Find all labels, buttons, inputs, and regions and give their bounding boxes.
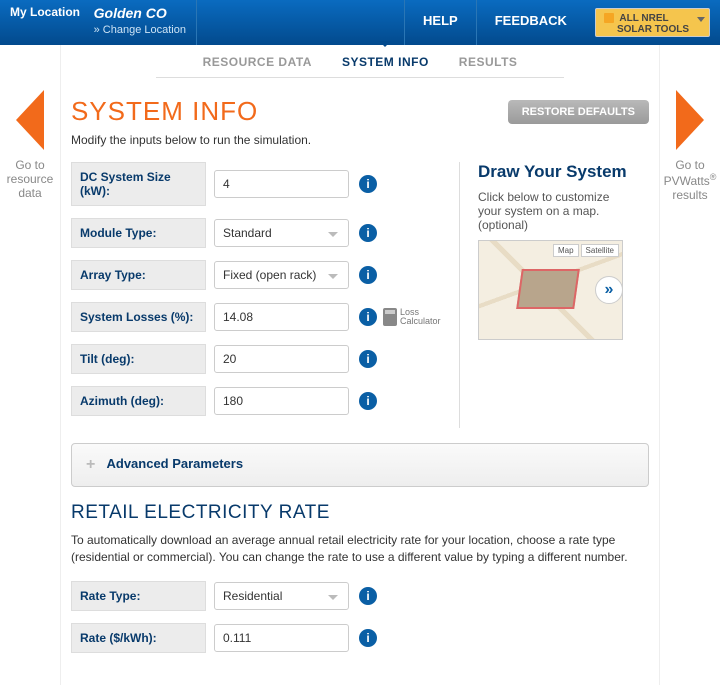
help-button[interactable]: HELP xyxy=(404,0,476,45)
dc-size-input[interactable]: 4 xyxy=(214,170,349,198)
tilt-label: Tilt (deg): xyxy=(71,344,206,374)
dc-size-label: DC System Size (kW): xyxy=(71,162,206,206)
solar-tools-icon xyxy=(604,13,614,23)
row-array-type: Array Type: Fixed (open rack) i xyxy=(71,260,441,290)
advanced-parameters-toggle[interactable]: + Advanced Parameters xyxy=(71,443,649,487)
tools-line2: SOLAR TOOLS xyxy=(617,24,689,35)
location-value: Golden CO xyxy=(94,5,167,21)
info-icon[interactable]: i xyxy=(359,175,377,193)
nav-right-l3: results xyxy=(660,188,720,202)
header-spacer xyxy=(197,0,404,45)
draw-system-panel: Draw Your System Click below to customiz… xyxy=(459,162,629,428)
array-type-label: Array Type: xyxy=(71,260,206,290)
title-row: SYSTEM INFO RESTORE DEFAULTS xyxy=(71,96,649,127)
tools-line1: ALL NREL xyxy=(619,13,668,24)
plus-icon: + xyxy=(86,456,95,473)
prev-arrow-icon[interactable] xyxy=(16,90,44,150)
rate-type-label: Rate Type: xyxy=(71,581,206,611)
map-polygon xyxy=(516,269,580,309)
tab-system-info[interactable]: SYSTEM INFO xyxy=(342,55,429,69)
array-type-select[interactable]: Fixed (open rack) xyxy=(214,261,349,289)
tab-resource-data[interactable]: RESOURCE DATA xyxy=(203,55,312,69)
rate-input[interactable]: 0.111 xyxy=(214,624,349,652)
nav-left-l2: resource xyxy=(0,172,60,186)
losses-label: System Losses (%): xyxy=(71,302,206,332)
top-header: My Location Golden CO » Change Location … xyxy=(0,0,720,45)
nav-right: Go to PVWatts® results xyxy=(660,45,720,202)
page-layout: Go to resource data RESOURCE DATA SYSTEM… xyxy=(0,45,720,685)
map-tab-sat[interactable]: Satellite xyxy=(581,244,619,257)
row-module-type: Module Type: Standard i xyxy=(71,218,441,248)
feedback-button[interactable]: FEEDBACK xyxy=(476,0,585,45)
retail-title: RETAIL ELECTRICITY RATE xyxy=(71,502,649,524)
row-rate-type: Rate Type: Residential i xyxy=(71,581,649,611)
row-system-losses: System Losses (%): 14.08 i Loss Calculat… xyxy=(71,302,441,332)
info-icon[interactable]: i xyxy=(359,266,377,284)
row-tilt: Tilt (deg): 20 i xyxy=(71,344,441,374)
main-content: RESOURCE DATA SYSTEM INFO RESULTS SYSTEM… xyxy=(60,45,660,685)
map-next-icon[interactable]: » xyxy=(595,276,623,304)
nav-left: Go to resource data xyxy=(0,45,60,200)
page-title: SYSTEM INFO xyxy=(71,96,258,127)
retail-desc: To automatically download an average ann… xyxy=(71,532,649,566)
calculator-icon xyxy=(383,308,397,326)
loss-calc-label: Loss Calculator xyxy=(400,308,440,326)
nav-right-l1: Go to xyxy=(660,158,720,172)
map-tab-map[interactable]: Map xyxy=(553,244,579,257)
rate-label: Rate ($/kWh): xyxy=(71,623,206,653)
my-location-label: My Location xyxy=(10,5,90,19)
nav-left-l3: data xyxy=(0,186,60,200)
azimuth-input[interactable]: 180 xyxy=(214,387,349,415)
page-subtitle: Modify the inputs below to run the simul… xyxy=(71,133,649,147)
info-icon[interactable]: i xyxy=(359,587,377,605)
tab-results[interactable]: RESULTS xyxy=(459,55,518,69)
nav-right-l2: PVWatts® xyxy=(660,172,720,188)
rate-type-select[interactable]: Residential xyxy=(214,582,349,610)
info-icon[interactable]: i xyxy=(359,308,377,326)
azimuth-label: Azimuth (deg): xyxy=(71,386,206,416)
row-dc-size: DC System Size (kW): 4 i xyxy=(71,162,441,206)
info-icon[interactable]: i xyxy=(359,629,377,647)
module-type-select[interactable]: Standard xyxy=(214,219,349,247)
loss-calculator-link[interactable]: Loss Calculator xyxy=(383,308,440,326)
location-value-block: Golden CO » Change Location xyxy=(94,5,186,36)
nav-left-l1: Go to xyxy=(0,158,60,172)
losses-input[interactable]: 14.08 xyxy=(214,303,349,331)
info-icon[interactable]: i xyxy=(359,392,377,410)
form-columns: DC System Size (kW): 4 i Module Type: St… xyxy=(71,162,649,428)
form-column: DC System Size (kW): 4 i Module Type: St… xyxy=(71,162,441,428)
row-azimuth: Azimuth (deg): 180 i xyxy=(71,386,441,416)
map-thumbnail[interactable]: Map Satellite » xyxy=(478,240,623,340)
map-type-tabs: Map Satellite xyxy=(553,244,619,257)
info-icon[interactable]: i xyxy=(359,224,377,242)
restore-defaults-button[interactable]: RESTORE DEFAULTS xyxy=(508,100,649,124)
draw-system-title: Draw Your System xyxy=(478,162,629,182)
row-rate: Rate ($/kWh): 0.111 i xyxy=(71,623,649,653)
tab-bar: RESOURCE DATA SYSTEM INFO RESULTS xyxy=(156,45,564,78)
advanced-label: Advanced Parameters xyxy=(106,456,243,471)
change-location-link[interactable]: » Change Location xyxy=(94,24,186,36)
module-type-label: Module Type: xyxy=(71,218,206,248)
next-arrow-icon[interactable] xyxy=(676,90,704,150)
solar-tools-dropdown[interactable]: ALL NREL SOLAR TOOLS xyxy=(595,8,710,37)
draw-system-desc: Click below to customize your system on … xyxy=(478,190,629,232)
info-icon[interactable]: i xyxy=(359,350,377,368)
location-block: My Location Golden CO » Change Location xyxy=(0,0,197,45)
tilt-input[interactable]: 20 xyxy=(214,345,349,373)
